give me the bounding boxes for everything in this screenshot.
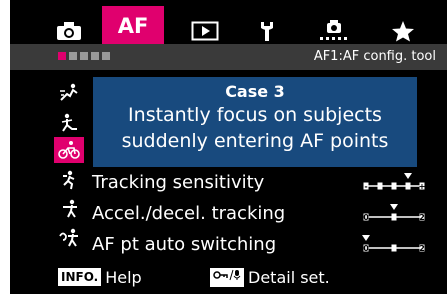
submenu-bar: AF1:AF config. tool	[10, 44, 447, 70]
tab-my-menu[interactable]	[378, 18, 428, 44]
slider-accel-decel-tracking[interactable]: 02	[360, 201, 432, 227]
scale-tick	[377, 182, 383, 190]
page-dot-1	[58, 52, 66, 60]
detail-set-label: Detail set.	[248, 267, 330, 287]
detail-set-hint[interactable]: Detail set.	[210, 264, 330, 290]
scale-tick	[405, 182, 411, 190]
key-mic-icon	[210, 267, 244, 287]
param-accel-decel-tracking[interactable]: Accel./decel. tracking 02	[92, 201, 432, 227]
menu-page-title: AF1:AF config. tool	[313, 49, 436, 64]
scale-end-label: -	[364, 182, 367, 191]
tab-af[interactable]: AF	[102, 6, 164, 46]
case1-icon	[60, 83, 78, 101]
playback-icon	[191, 21, 219, 41]
case6-icon	[59, 228, 78, 247]
scale-value-marker	[390, 204, 398, 210]
tab-setup[interactable]	[242, 18, 292, 44]
help-hint[interactable]: INFO. Help	[58, 264, 142, 290]
wrench-icon	[261, 22, 273, 41]
tab-playback[interactable]	[180, 18, 230, 44]
case-2-button[interactable]	[54, 110, 84, 136]
slider-af-point-auto-switching[interactable]: 02	[360, 232, 432, 258]
param-tracking-sensitivity[interactable]: Tracking sensitivity - +	[92, 170, 432, 196]
menu-tab-bar: AF	[10, 0, 447, 46]
info-button-badge: INFO.	[58, 268, 102, 286]
page-dot-3	[80, 52, 88, 60]
case-1-button[interactable]	[54, 80, 84, 106]
scale-value-marker	[404, 173, 412, 179]
case5-icon	[63, 199, 77, 218]
help-label: Help	[105, 267, 142, 287]
slider-tracking-sensitivity[interactable]: - +	[360, 170, 432, 196]
scale-end-label: +	[419, 182, 426, 191]
param-af-point-auto-switching[interactable]: AF pt auto switching 02	[92, 232, 432, 258]
scale-value-marker	[362, 235, 370, 241]
scale-end-label: 2	[419, 213, 425, 222]
camera-icon	[57, 22, 81, 40]
scale-tick	[391, 213, 397, 221]
case-6-button[interactable]	[54, 225, 84, 251]
page-dot-2	[69, 52, 77, 60]
case4-icon	[63, 170, 75, 190]
tab-af-label: AF	[117, 14, 149, 38]
scale-end-label: 0	[363, 213, 369, 222]
page-dot-5	[102, 52, 110, 60]
scale-end-label: 0	[363, 244, 369, 253]
case-description-line-1: Instantly focus on subjects	[128, 104, 382, 126]
scale-tick	[391, 244, 397, 252]
star-icon	[392, 21, 414, 42]
page-indicator	[58, 52, 110, 60]
case-description-line-2: suddenly entering AF points	[121, 130, 389, 152]
page-dot-4	[91, 52, 99, 60]
param-label: Accel./decel. tracking	[92, 203, 286, 224]
scale-end-label: 2	[419, 244, 425, 253]
case-4-button[interactable]	[54, 167, 84, 193]
custom-function-icon	[320, 20, 347, 40]
param-label: AF pt auto switching	[92, 234, 277, 255]
tab-shooting[interactable]	[44, 18, 94, 44]
case3-icon	[58, 141, 80, 159]
case-title: Case 3	[225, 82, 285, 101]
scale-tick	[391, 182, 397, 190]
camera-menu-screen: AF AF1:AF config. tool Case 3 Instantly …	[10, 0, 447, 294]
case-3-button[interactable]	[54, 137, 84, 163]
param-label: Tracking sensitivity	[92, 172, 265, 193]
tab-custom-functions[interactable]	[304, 18, 364, 44]
case-5-button[interactable]	[54, 196, 84, 222]
case2-icon	[61, 113, 77, 132]
case-description-panel: Case 3 Instantly focus on subjects sudde…	[93, 77, 417, 167]
